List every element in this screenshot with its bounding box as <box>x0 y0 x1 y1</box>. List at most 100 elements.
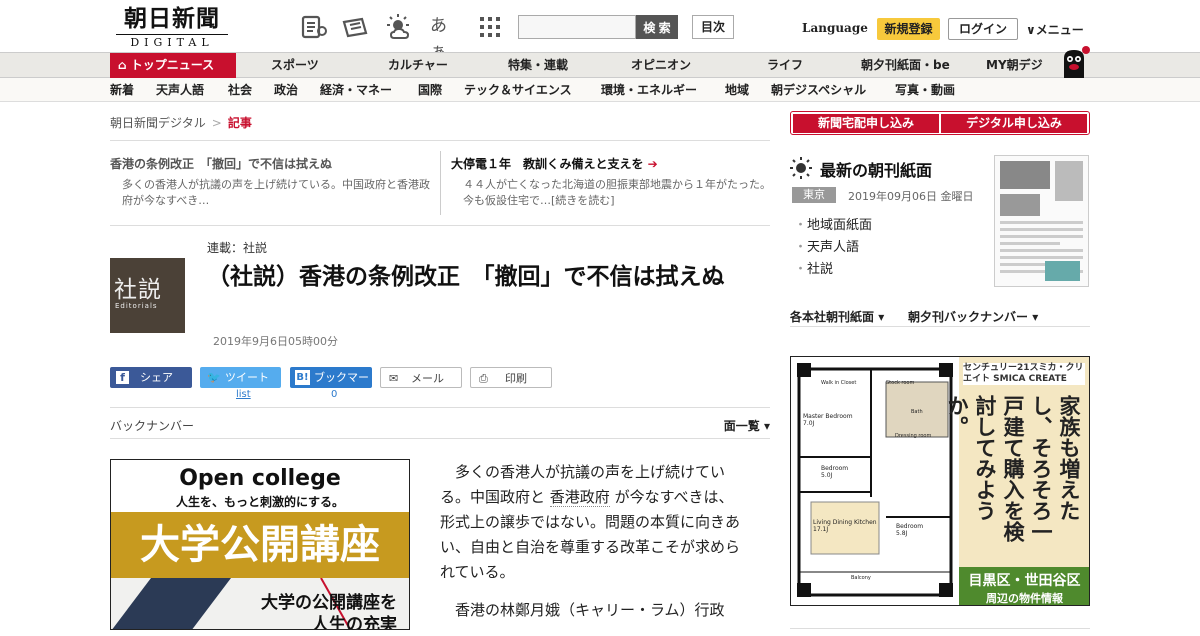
real-estate-ad[interactable]: Walk in Closet Stock room Master Bedroom… <box>790 356 1090 606</box>
nav-economy[interactable]: 経済・マネー <box>320 78 392 102</box>
search-input[interactable] <box>518 15 636 39</box>
keyword-link[interactable]: 香港政府 <box>549 488 610 507</box>
mail-icon: ✉ <box>389 372 399 385</box>
facebook-share-button[interactable]: f シェア <box>110 367 192 388</box>
room-label: Bath <box>911 409 923 415</box>
site-header: 朝日新聞 DIGITAL あぁ 検 索 目次 Language 新規登録 ログイ… <box>0 0 1200 62</box>
breadcrumb-separator: > <box>211 116 222 130</box>
subscribe-paper-button[interactable]: 新聞宅配申し込み <box>793 114 939 133</box>
search-button[interactable]: 検 索 <box>636 15 678 39</box>
site-logo[interactable]: 朝日新聞 DIGITAL <box>116 5 228 49</box>
front-page-image <box>1000 161 1083 281</box>
login-button[interactable]: ログイン <box>948 18 1018 40</box>
logo-main: 朝日新聞 <box>124 5 220 32</box>
secondary-nav: 新着 天声人語 社会 政治 経済・マネー 国際 テック＆サイエンス 環境・エネル… <box>0 78 1200 102</box>
thumbnail-kanji: 社説 <box>114 277 162 303</box>
nav-sports[interactable]: スポーツ <box>271 53 319 78</box>
nav-special[interactable]: 朝デジスペシャル <box>771 78 866 102</box>
primary-nav: ⌂ トップニュース スポーツ カルチャー 特集・連載 オピニオン ライフ 朝夕刊… <box>0 52 1200 78</box>
subscribe-digital-button[interactable]: デジタル申し込み <box>941 114 1087 133</box>
nav-society[interactable]: 社会 <box>228 78 252 102</box>
related-item[interactable]: 香港の条例改正 「撤回」で不信は拭えぬ 多くの香港人が抗議の声を上げ続けている。… <box>110 155 436 209</box>
nav-tech[interactable]: テック＆サイエンス <box>464 78 572 102</box>
region-badge: 東京 <box>792 187 836 203</box>
related-item[interactable]: 大停電１年 教訓くみ備えと支えを ➔ ４４人が亡くなった北海道の胆振東部地震から… <box>451 155 777 209</box>
page-list-dropdown[interactable]: 面一覧 ▾ <box>724 417 770 434</box>
morning-paper-title[interactable]: 最新の朝刊紙面 <box>820 157 932 181</box>
ad-area-banner[interactable]: 目黒区・世田谷区 周辺の物件情報 <box>959 567 1089 605</box>
tweet-button[interactable]: 🐦 ツイート <box>200 367 281 388</box>
room-label: Stock room <box>886 380 915 386</box>
backnumber-dropdown[interactable]: 朝夕刊バックナンバー ▾ <box>908 308 1038 325</box>
nav-politics[interactable]: 政治 <box>274 78 298 102</box>
room-label: Balcony <box>851 575 871 581</box>
tweet-count[interactable]: list <box>236 389 251 400</box>
backnumber-link[interactable]: バックナンバー <box>110 417 194 434</box>
grid-menu-icon[interactable] <box>476 13 504 41</box>
mail-button[interactable]: ✉ メール <box>380 367 462 388</box>
nav-international[interactable]: 国際 <box>418 78 442 102</box>
menu-button[interactable]: ∨メニュー <box>1026 21 1084 38</box>
text-size-icon[interactable]: あぁ <box>430 13 458 62</box>
bookmark-label: ブックマーク <box>314 371 369 405</box>
sun-icon <box>790 157 812 179</box>
room-label: Walk in Closet <box>821 380 857 386</box>
room-label: Bedroom 5.8J <box>896 523 924 537</box>
open-college-ad[interactable]: Open college 人生を、もっと刺激的にする。 大学公開講座 大学の公開… <box>110 459 410 630</box>
related-summary: ４４人が亡くなった北海道の胆振東部地震から１年がたった。今も仮設住宅で…[続きを… <box>463 178 771 207</box>
nav-top-news[interactable]: ⌂ トップニュース <box>110 53 236 78</box>
caret-down-icon: ▾ <box>1032 310 1039 324</box>
toc-button[interactable]: 目次 <box>692 15 734 39</box>
article-title: （社説）香港の条例改正 「撤回」で不信は拭えぬ <box>207 263 725 290</box>
nav-photo[interactable]: 写真・動画 <box>895 78 955 102</box>
news-list-icon[interactable] <box>300 13 328 41</box>
nav-region[interactable]: 地域 <box>725 78 749 102</box>
nav-opinion[interactable]: オピニオン <box>631 53 691 78</box>
editions-label: 各本社朝刊紙面 <box>790 310 875 324</box>
divider <box>440 151 441 215</box>
smica-logo: センチュリー21スミカ・クリエイト SMICA CREATE <box>963 363 1085 385</box>
related-title: 香港の条例改正 「撤回」で不信は拭えぬ <box>110 157 333 171</box>
breadcrumb-home[interactable]: 朝日新聞デジタル <box>110 116 206 130</box>
newspaper-icon[interactable] <box>341 13 369 41</box>
print-button[interactable]: ⎙ 印刷 <box>470 367 552 388</box>
home-icon: ⌂ <box>118 58 131 72</box>
ad-tagline: 人生を、もっと刺激的にする。 <box>175 495 345 509</box>
print-icon: ⎙ <box>479 372 488 385</box>
front-page-thumbnail[interactable] <box>994 155 1089 287</box>
signup-button[interactable]: 新規登録 <box>877 18 940 40</box>
related-articles: 香港の条例改正 「撤回」で不信は拭えぬ 多くの香港人が抗議の声を上げ続けている。… <box>110 140 771 226</box>
weather-icon[interactable] <box>385 13 413 41</box>
nav-life[interactable]: ライフ <box>767 53 803 78</box>
caret-down-icon: ▾ <box>763 419 770 433</box>
paper-link-local[interactable]: 地域面紙面 <box>794 214 872 233</box>
ad-vertical-copy: 家族も増えたし、そろそろ一戸建て購入を検討してみようか。 <box>945 395 1081 542</box>
hatena-bookmark-button[interactable]: B! ブックマーク <box>290 367 372 405</box>
nav-my[interactable]: MY朝デジ <box>986 53 1043 78</box>
mail-label: メール <box>411 372 444 385</box>
hatena-icon: B! <box>295 370 310 385</box>
nav-culture[interactable]: カルチャー <box>388 53 448 78</box>
mascot-icon <box>1064 46 1090 78</box>
backnumber-bar: バックナンバー 面一覧 ▾ <box>110 407 770 439</box>
series-label[interactable]: 連載：社説 <box>207 239 267 256</box>
editions-dropdown[interactable]: 各本社朝刊紙面 ▾ <box>790 308 884 325</box>
nav-tensei[interactable]: 天声人語 <box>156 78 204 102</box>
paper-editions: 各本社朝刊紙面 ▾ 朝夕刊バックナンバー ▾ <box>790 305 1090 327</box>
ad-headline: 大学公開講座 <box>111 512 409 578</box>
nav-paper[interactable]: 朝夕刊紙面・be <box>861 53 950 78</box>
nav-latest[interactable]: 新着 <box>110 78 134 102</box>
nav-features[interactable]: 特集・連載 <box>508 53 568 78</box>
ad-cta: 周辺の物件情報 <box>986 592 1063 605</box>
nav-environment[interactable]: 環境・エネルギー <box>601 78 697 102</box>
ad-copy-line2: 人生の充実 <box>312 615 397 630</box>
breadcrumb: 朝日新聞デジタル > 記事 <box>110 114 252 131</box>
bookmark-count[interactable]: 0 <box>331 389 337 400</box>
paper-link-tensei[interactable]: 天声人語 <box>794 236 859 255</box>
room-label: Dressing room <box>895 433 932 439</box>
paper-link-editorial[interactable]: 社説 <box>794 258 833 277</box>
logo-sub: DIGITAL <box>116 34 228 49</box>
language-link[interactable]: Language <box>802 21 868 35</box>
body-paragraph: 多くの香港人が抗議の声を上げ続けている。中国政府と 香港政府 が今なすべきは、形… <box>440 460 748 585</box>
thumbnail-label: Editorials <box>115 302 158 310</box>
